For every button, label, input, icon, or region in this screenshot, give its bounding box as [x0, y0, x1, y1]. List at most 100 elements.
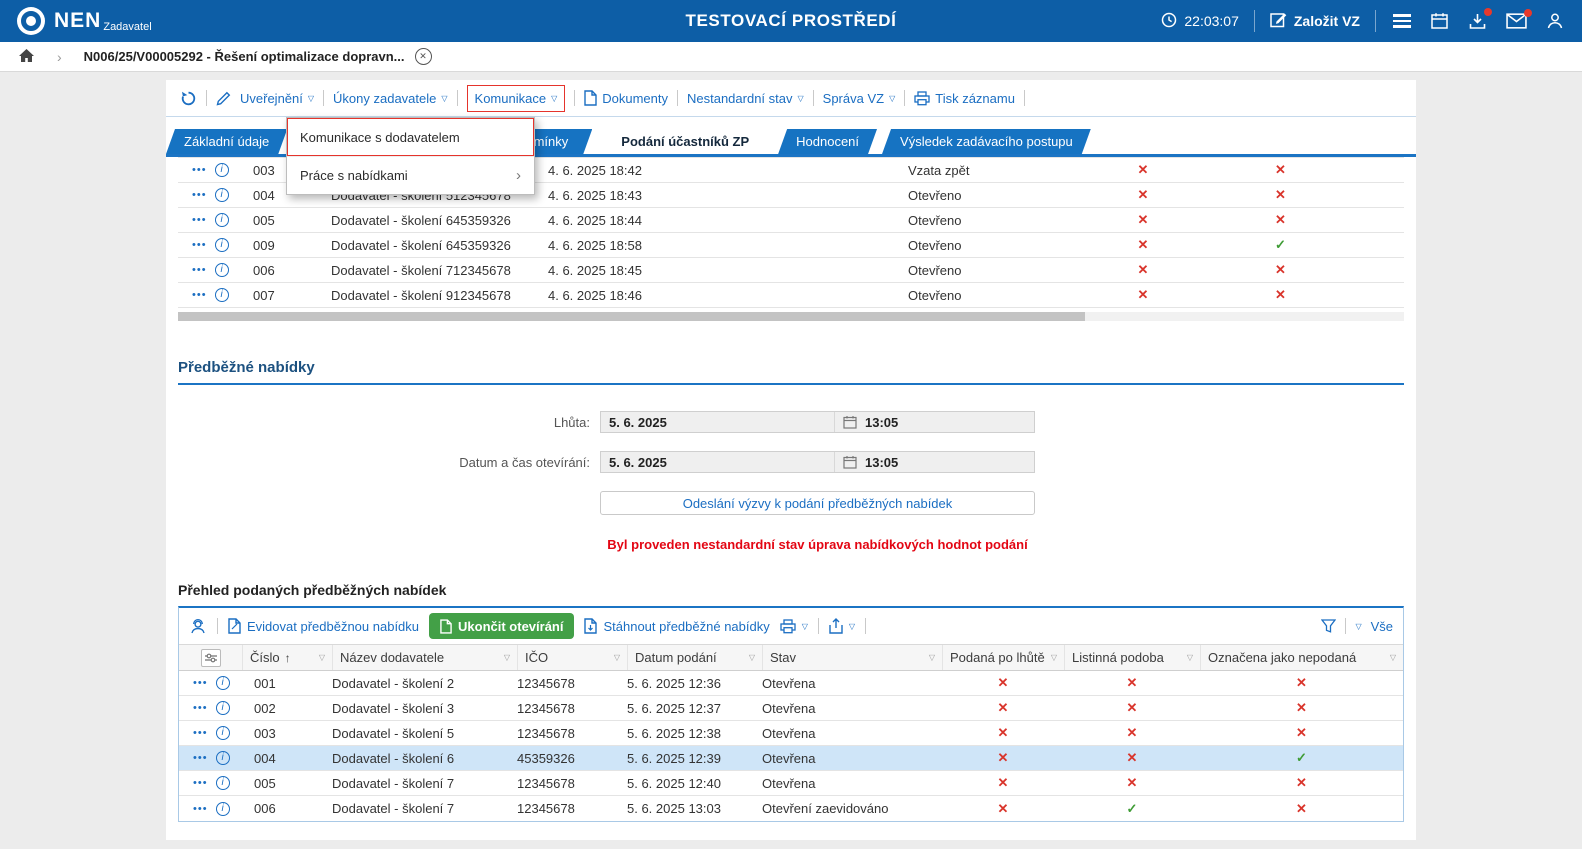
menu-sprava-vz[interactable]: Správa VZ▽ [823, 91, 896, 106]
row-info-icon[interactable]: i [216, 726, 230, 740]
row-menu-icon[interactable]: ••• [192, 214, 207, 226]
column-header-nazev-dodavatele[interactable]: Název dodavatele▽ [332, 645, 517, 670]
table-row[interactable]: •••i001Dodavatel - školení 2123456785. 6… [179, 671, 1403, 696]
register-offer-button[interactable]: Evidovat předběžnou nabídku [228, 618, 419, 634]
table-row[interactable]: •••i007Dodavatel - školení 9123456784. 6… [178, 283, 1404, 308]
filter-all-link[interactable]: Vše [1371, 619, 1393, 634]
create-vz-button[interactable]: Založit VZ [1270, 11, 1360, 31]
row-menu-icon[interactable]: ••• [192, 164, 207, 176]
row-info-icon[interactable]: i [215, 238, 229, 252]
deadline-datetime-field[interactable]: 5. 6. 2025 13:05 [600, 411, 1035, 433]
table-row[interactable]: •••i005Dodavatel - školení 7123456785. 6… [179, 771, 1403, 796]
deadline-time-value[interactable]: 13:05 [865, 415, 898, 430]
row-menu-icon[interactable]: ••• [193, 777, 208, 789]
opening-datetime-field[interactable]: 5. 6. 2025 13:05 [600, 451, 1035, 473]
opening-date-value[interactable]: 5. 6. 2025 [601, 455, 834, 470]
row-menu-icon[interactable]: ••• [193, 803, 208, 815]
tab-vysledek-zadavaciho-postupu[interactable]: Výsledek zadávacího postupu [882, 129, 1091, 154]
print-button[interactable]: ▽ [780, 619, 808, 634]
row-info-icon[interactable]: i [216, 676, 230, 690]
column-filter-icon[interactable]: ▽ [749, 653, 755, 662]
downloads-icon[interactable] [1466, 10, 1489, 32]
opening-time-value[interactable]: 13:05 [865, 455, 898, 470]
row-menu-icon[interactable]: ••• [192, 189, 207, 201]
column-header-podana-po-lhute[interactable]: Podaná po lhůtě▽ [942, 645, 1064, 670]
offers-table-header: Číslo↑▽ Název dodavatele▽ IČO▽ Datum pod… [179, 644, 1403, 671]
download-offers-button[interactable]: Stáhnout předběžné nabídky [584, 618, 769, 634]
menu-nestandardni-stav[interactable]: Nestandardní stav▽ [687, 91, 804, 106]
menu-uverejneni[interactable]: Uveřejnění▽ [240, 91, 314, 106]
column-header-ico[interactable]: IČO▽ [517, 645, 627, 670]
close-tab-icon[interactable]: ✕ [415, 48, 432, 65]
column-filter-icon[interactable]: ▽ [1187, 653, 1193, 662]
cell-date: 5. 6. 2025 12:38 [627, 726, 762, 741]
print-record-button[interactable]: Tisk záznamu [914, 91, 1015, 106]
table-row[interactable]: •••i006Dodavatel - školení 7123456785. 6… [179, 796, 1403, 821]
cell-ico: 12345678 [453, 263, 548, 278]
column-filter-icon[interactable]: ▽ [319, 653, 325, 662]
column-header-listinna-podoba[interactable]: Listinná podoba▽ [1064, 645, 1200, 670]
menu-icon[interactable] [1391, 12, 1413, 30]
tab-podani-ucastniku-zp[interactable]: Podání účastníků ZP [597, 129, 773, 154]
messages-icon[interactable] [1504, 11, 1529, 31]
menu-dokumenty[interactable]: Dokumenty [584, 90, 668, 106]
user-headset-icon[interactable] [189, 618, 207, 634]
column-settings-icon[interactable] [201, 649, 221, 667]
column-filter-icon[interactable]: ▽ [614, 653, 620, 662]
calendar-icon[interactable] [1428, 10, 1451, 32]
column-filter-icon[interactable]: ▽ [1390, 653, 1396, 662]
home-icon[interactable] [18, 48, 35, 66]
table-row[interactable]: •••i002Dodavatel - školení 3123456785. 6… [179, 696, 1403, 721]
column-header-datum-podani[interactable]: Datum podání▽ [627, 645, 762, 670]
menu-ukony-zadavatele[interactable]: Úkony zadavatele▽ [333, 91, 448, 106]
row-info-icon[interactable]: i [215, 188, 229, 202]
column-filter-icon[interactable]: ▽ [1051, 653, 1057, 662]
user-profile-icon[interactable] [1544, 10, 1566, 32]
table-row[interactable]: •••i005Dodavatel - školení 6453593264. 6… [178, 208, 1404, 233]
chevron-down-icon[interactable]: ▽ [1355, 622, 1361, 631]
column-filter-icon[interactable]: ▽ [504, 653, 510, 662]
tab-hodnoceni[interactable]: Hodnocení [778, 129, 877, 154]
menu-item-prace-s-nabidkami[interactable]: Práce s nabídkami › [287, 156, 534, 194]
row-menu-icon[interactable]: ••• [193, 702, 208, 714]
row-menu-icon[interactable]: ••• [192, 289, 207, 301]
deadline-date-value[interactable]: 5. 6. 2025 [601, 415, 834, 430]
column-header-oznacena-jako-nepodana[interactable]: Označena jako nepodaná▽ [1200, 645, 1403, 670]
check-icon: ✓ [1296, 750, 1307, 765]
send-invitation-button[interactable]: Odeslání výzvy k podání předběžných nabí… [600, 491, 1035, 515]
row-info-icon[interactable]: i [216, 776, 230, 790]
table-row[interactable]: •••i003Dodavatel - školení 5123456785. 6… [179, 721, 1403, 746]
cell-status: Otevřena [762, 726, 942, 741]
row-info-icon[interactable]: i [216, 802, 230, 816]
menu-komunikace[interactable]: Komunikace▽ [467, 85, 566, 112]
horizontal-scrollbar[interactable] [178, 312, 1404, 321]
export-button[interactable]: ▽ [829, 618, 855, 634]
refresh-icon[interactable] [180, 90, 197, 107]
tab-zakladni-udaje[interactable]: Základní údaje [166, 129, 287, 154]
row-menu-icon[interactable]: ••• [193, 677, 208, 689]
edit-pencil-icon[interactable] [216, 91, 231, 106]
table-row[interactable]: •••i009Dodavatel - školení 6453593264. 6… [178, 233, 1404, 258]
row-info-icon[interactable]: i [215, 213, 229, 227]
row-menu-icon[interactable]: ••• [192, 264, 207, 276]
column-header-stav[interactable]: Stav▽ [762, 645, 942, 670]
filter-icon[interactable] [1321, 619, 1336, 633]
row-info-icon[interactable]: i [215, 163, 229, 177]
row-info-icon[interactable]: i [215, 263, 229, 277]
row-menu-icon[interactable]: ••• [193, 752, 208, 764]
row-info-icon[interactable]: i [216, 701, 230, 715]
row-menu-icon[interactable]: ••• [193, 727, 208, 739]
row-info-icon[interactable]: i [216, 751, 230, 765]
column-filter-icon[interactable]: ▽ [929, 653, 935, 662]
menu-item-komunikace-s-dodavatelem[interactable]: Komunikace s dodavatelem [287, 118, 534, 156]
row-menu-icon[interactable]: ••• [192, 239, 207, 251]
nen-logo-icon[interactable] [16, 6, 46, 36]
breadcrumb-item[interactable]: N006/25/V00005292 - Řešení optimalizace … [84, 49, 405, 64]
row-info-icon[interactable]: i [215, 288, 229, 302]
chevron-down-icon: ▽ [308, 94, 314, 103]
table-row[interactable]: •••i004Dodavatel - školení 6453593265. 6… [179, 746, 1403, 771]
table-row[interactable]: •••i006Dodavatel - školení 7123456784. 6… [178, 258, 1404, 283]
finish-opening-button[interactable]: Ukončit otevírání [429, 613, 574, 639]
scrollbar-thumb[interactable] [178, 312, 1085, 321]
column-header-cislo[interactable]: Číslo↑▽ [242, 645, 332, 670]
